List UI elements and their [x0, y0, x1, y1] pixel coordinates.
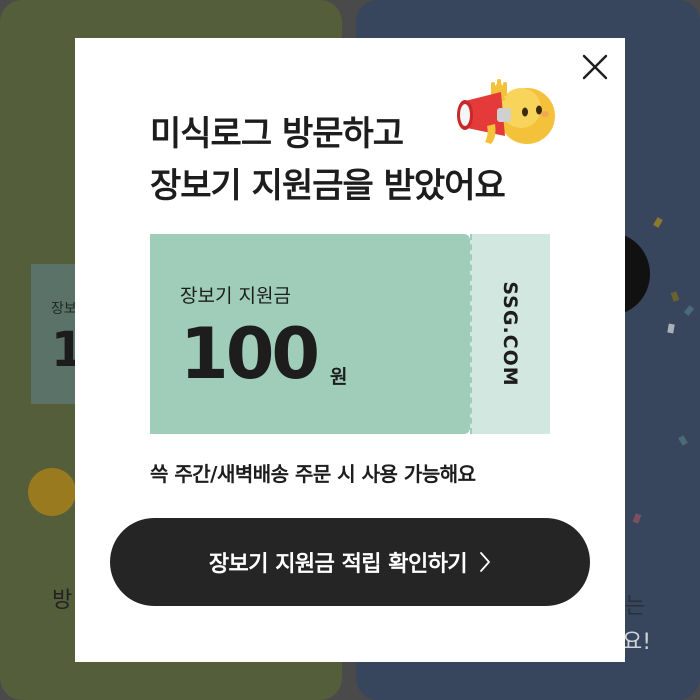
confirm-reward-button-label: 장보기 지원금 적립 확인하기	[208, 552, 468, 577]
coupon-amount: 100	[180, 313, 320, 395]
background-text-left: 방	[52, 588, 73, 613]
coupon-label: 장보기 지원금	[180, 285, 291, 307]
coupon-unit: 원	[330, 366, 348, 388]
megaphone-emoji-icon	[457, 79, 555, 144]
close-button[interactable]	[580, 52, 610, 82]
background-emoji-icon	[28, 468, 76, 516]
background-coupon-label: 장보	[51, 301, 77, 317]
background-text-right-1: 는	[625, 594, 646, 619]
confirm-reward-button[interactable]: 장보기 지원금 적립 확인하기	[110, 518, 590, 606]
close-icon	[582, 54, 608, 80]
usage-notice: 쓱 주간/새벽배송 주문 시 사용 가능해요	[150, 462, 476, 486]
modal-title-line-2: 장보기 지원금을 받았어요	[150, 166, 506, 206]
background-text-right-2: 요!	[622, 630, 652, 655]
chevron-right-icon	[480, 552, 491, 572]
coupon-brand: SSG.COM	[499, 281, 521, 387]
